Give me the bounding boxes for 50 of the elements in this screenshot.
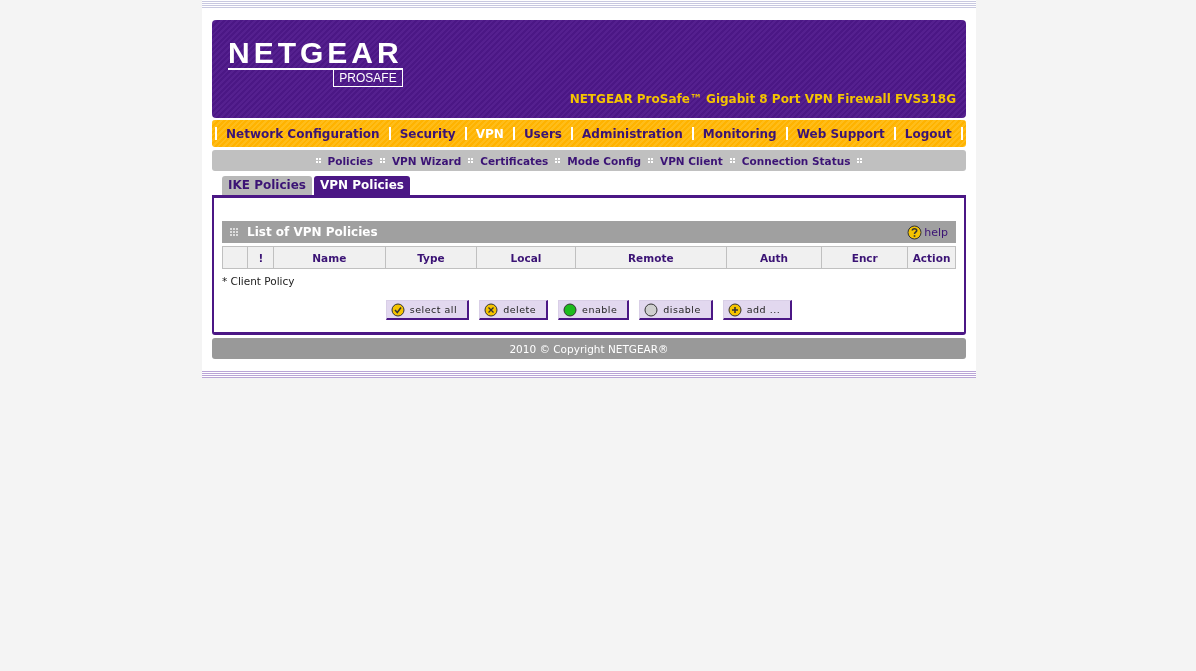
footnote: * Client Policy (222, 275, 296, 287)
dots-icon (315, 158, 321, 163)
column-header: Encr (821, 246, 908, 269)
menu-item[interactable]: Administration (582, 126, 683, 141)
action-button[interactable]: enable (558, 300, 630, 320)
product-title: NETGEAR ProSafe™ Gigabit 8 Port VPN Firewall FVS318G (569, 92, 956, 106)
help-link[interactable]: help (907, 224, 948, 240)
column-header: Remote (575, 246, 727, 269)
plus-icon (727, 302, 742, 317)
section-title: List of VPN Policies (247, 225, 379, 239)
menu-item[interactable]: Security (399, 126, 456, 141)
tab[interactable]: IKE Policies (222, 176, 312, 195)
menu-item[interactable]: Monitoring (702, 126, 777, 141)
submenu-item[interactable]: Certificates (480, 154, 549, 167)
dots-icon (729, 158, 735, 163)
dots-icon (379, 158, 385, 163)
menu-item[interactable]: Web Support (796, 126, 885, 141)
circle-icon (563, 302, 578, 317)
submenu-item[interactable]: Mode Config (567, 154, 641, 167)
menu-item[interactable]: Users (523, 126, 562, 141)
column-header: ! (248, 246, 274, 269)
check-icon (390, 302, 405, 317)
copyright-text: 2010 © Copyright NETGEAR® (509, 342, 669, 355)
dots-icon (857, 158, 863, 163)
column-header: Name (273, 246, 385, 269)
column-header (222, 246, 248, 269)
submenu-item[interactable]: VPN Client (660, 154, 723, 167)
column-header: Type (385, 246, 477, 269)
dots-icon (468, 158, 474, 163)
column-header: Local (476, 246, 576, 269)
circle-icon (644, 302, 659, 317)
grip-icon (230, 227, 239, 237)
column-header: Action (907, 246, 956, 269)
logo-text: NETGEAR (228, 38, 403, 70)
action-button[interactable]: add ... (722, 300, 793, 320)
dots-icon (555, 158, 561, 163)
submenu-item[interactable]: Policies (327, 154, 373, 167)
menu-item[interactable]: Network Configuration (226, 126, 380, 141)
menu-item[interactable]: Logout (904, 126, 952, 141)
submenu-item[interactable]: VPN Wizard (391, 154, 462, 167)
dots-icon (648, 158, 653, 163)
help-icon (907, 224, 923, 240)
action-button[interactable]: delete (479, 300, 549, 320)
cross-icon (484, 302, 499, 317)
column-header: Auth (726, 246, 822, 269)
tab[interactable]: VPN Policies (313, 176, 410, 195)
submenu-item[interactable]: Connection Status (741, 154, 851, 167)
action-button[interactable]: disable (639, 300, 713, 320)
action-button[interactable]: select all (385, 300, 470, 320)
logo-subtext: PROSAFE (333, 70, 403, 87)
